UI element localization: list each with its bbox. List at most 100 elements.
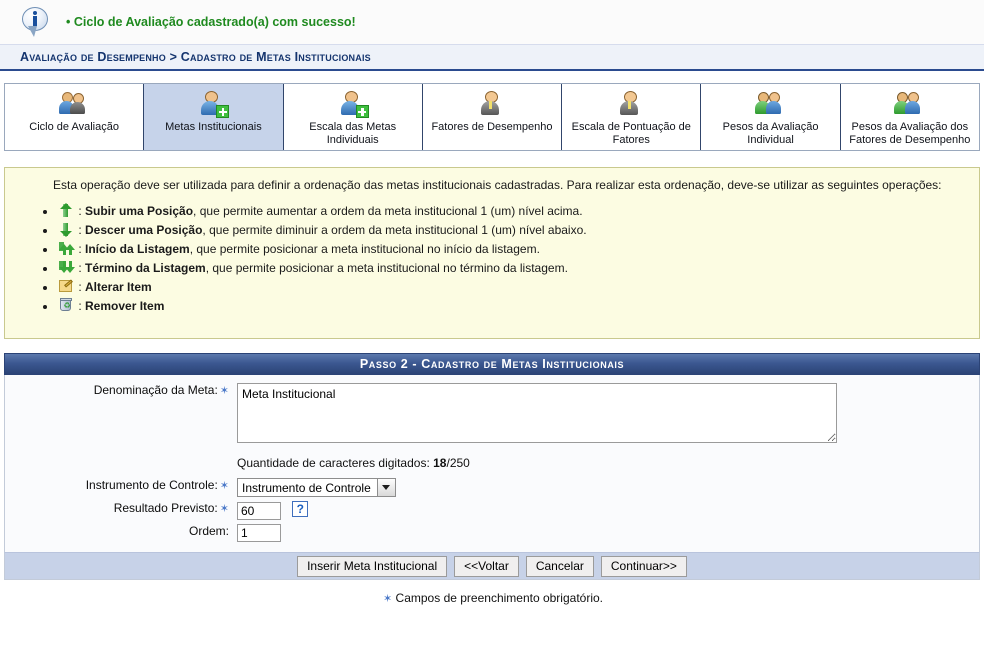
list-item-separator: : [78, 242, 86, 256]
denominacao-label: Denominação da Meta: [93, 383, 218, 397]
required-star-icon: ✶ [219, 480, 229, 492]
required-star-icon: ✶ [219, 503, 229, 515]
double-arrow-up-icon [59, 242, 75, 255]
required-fields-text: Campos de preenchimento obrigatório. [395, 591, 603, 605]
denominacao-textarea[interactable] [237, 383, 837, 443]
resultado-control: ? [233, 501, 309, 520]
instrumento-selected-value: Instrumento de Controle [242, 481, 371, 495]
success-message-text: • Ciclo de Avaliação cadastrado(a) com s… [66, 15, 356, 29]
tab-label: Escala de Pontuação de Fatores [571, 121, 691, 146]
list-item: : Início da Listagem, que permite posici… [57, 240, 965, 259]
panel-body: Denominação da Meta:✶ Quantidade de cara… [4, 375, 980, 552]
tab-ciclo-de-avaliacao[interactable]: Ciclo de Avaliação [5, 84, 145, 150]
required-fields-note: ✶ Campos de preenchimento obrigatório. [0, 591, 984, 605]
list-item-rest: , que permite posicionar a meta instituc… [205, 261, 568, 275]
message-bullet: • [66, 15, 71, 29]
list-item-term: Remover Item [85, 299, 165, 313]
ordem-label: Ordem: [188, 524, 229, 538]
field-row-resultado: Resultado Previsto:✶ ? [5, 501, 979, 520]
tab-fatores-de-desempenho[interactable]: Fatores de Desempenho [422, 84, 563, 150]
tab-escala-de-pontuacao-de-fatores[interactable]: Escala de Pontuação de Fatores [562, 84, 702, 150]
list-item-rest: , que permite posicionar a meta instituc… [189, 242, 540, 256]
required-star-icon: ✶ [219, 385, 229, 397]
chevron-down-icon[interactable] [376, 479, 395, 496]
arrow-up-icon [59, 203, 74, 217]
character-counter: Quantidade de caracteres digitados: 18/2… [237, 456, 979, 470]
button-bar: Inserir Meta Institucional <<Voltar Canc… [4, 552, 980, 580]
info-bubble-icon [22, 7, 52, 37]
help-question-icon[interactable]: ? [292, 501, 309, 517]
counter-prefix: Quantidade de caracteres digitados: [237, 456, 434, 470]
arrow-down-icon [59, 223, 74, 237]
list-item-separator: : [78, 204, 86, 218]
list-item-rest: , que permite aumentar a ordem da meta i… [193, 204, 583, 218]
two-people-icon [58, 89, 90, 119]
ordem-input[interactable] [237, 524, 281, 542]
counter-count: 18 [433, 456, 447, 470]
counter-suffix: /250 [446, 456, 470, 470]
tab-label: Metas Institucionais [165, 121, 262, 133]
tab-label: Escala das Metas Individuais [309, 121, 397, 146]
list-item: : Subir uma Posição, que permite aumenta… [57, 202, 965, 221]
person-gray-icon [476, 89, 508, 119]
instrumento-control: Instrumento de Controle [233, 478, 396, 497]
tab-pesos-da-avaliacao-dos-fatores-de-desempenho[interactable]: Pesos da Avaliação dos Fatores de Desemp… [840, 84, 979, 150]
denominacao-label-wrap: Denominação da Meta: ✶ [5, 383, 233, 397]
two-people-green-blue-icon [754, 89, 787, 119]
field-row-denominacao: Denominação da Meta: ✶ [5, 383, 979, 446]
list-item-rest: , que permite diminuir a ordem da meta i… [202, 223, 587, 237]
continue-button[interactable]: Continuar>> [600, 555, 687, 577]
tab-label: Fatores de Desempenho [431, 121, 553, 133]
trash-icon: ♻ [59, 297, 74, 312]
list-item-term: Início da Listagem [85, 242, 190, 256]
list-item-separator: : [78, 280, 86, 294]
list-item-term: Alterar Item [85, 280, 152, 294]
person-add-icon [337, 89, 369, 119]
breadcrumb-text: Avaliação de Desempenho > Cadastro de Me… [20, 50, 371, 64]
ordem-label-wrap: Ordem: [5, 524, 233, 538]
list-item-term: Descer uma Posição [85, 223, 203, 237]
two-people-green-blue-icon [893, 89, 926, 119]
instrumento-label-wrap: Instrumento de Controle: ✶ [5, 478, 233, 492]
back-button[interactable]: <<Voltar [454, 555, 519, 577]
plus-badge-icon [216, 105, 230, 118]
ordem-control [233, 524, 281, 542]
instrumento-label: Instrumento de Controle: [85, 478, 218, 492]
list-item: ♻ : Remover Item [57, 297, 965, 316]
list-item: : Término da Listagem, que permite posic… [57, 259, 965, 278]
success-message-bar: • Ciclo de Avaliação cadastrado(a) com s… [0, 0, 984, 44]
insert-goal-button[interactable]: Inserir Meta Institucional [297, 555, 448, 577]
message-label: Ciclo de Avaliação cadastrado(a) com suc… [73, 15, 356, 29]
list-item-separator: : [78, 261, 86, 275]
form-panel: Passo 2 - Cadastro de Metas Instituciona… [4, 353, 980, 580]
denominacao-control [233, 383, 837, 446]
double-arrow-down-icon [59, 261, 75, 274]
instrumento-select[interactable]: Instrumento de Controle [237, 478, 396, 497]
resultado-input[interactable] [237, 502, 281, 520]
tab-metas-institucionais[interactable]: Metas Institucionais [144, 84, 284, 150]
person-add-icon [197, 89, 230, 119]
person-gray-icon [615, 89, 647, 119]
list-item: : Descer uma Posição, que permite diminu… [57, 221, 965, 240]
list-item-term: Subir uma Posição [85, 204, 194, 218]
list-item-term: Término da Listagem [85, 261, 206, 275]
list-item: : Alterar Item [57, 278, 965, 297]
instructions-intro: Esta operação deve ser utilizada para de… [53, 178, 942, 192]
plus-badge-icon [355, 105, 369, 118]
tab-pesos-da-avaliacao-individual[interactable]: Pesos da Avaliação Individual [701, 84, 841, 150]
breadcrumb: Avaliação de Desempenho > Cadastro de Me… [0, 44, 984, 71]
panel-title: Passo 2 - Cadastro de Metas Instituciona… [4, 353, 980, 375]
resultado-label: Resultado Previsto: [113, 501, 218, 515]
required-star-icon: ✶ [382, 593, 393, 605]
tab-escala-das-metas-individuais[interactable]: Escala das Metas Individuais [283, 84, 423, 150]
cancel-button[interactable]: Cancelar [525, 555, 594, 577]
edit-pencil-icon [59, 279, 74, 293]
field-row-instrumento: Instrumento de Controle: ✶ Instrumento de… [5, 478, 979, 497]
tab-label: Pesos da Avaliação Individual [722, 121, 819, 146]
list-item-separator: : [78, 223, 86, 237]
tab-label: Ciclo de Avaliação [29, 121, 119, 133]
resultado-label-wrap: Resultado Previsto: ✶ [5, 501, 233, 515]
instructions-list: : Subir uma Posição, que permite aumenta… [19, 202, 965, 316]
tab-bar: Ciclo de Avaliação Metas Institucionais … [4, 83, 980, 151]
instructions-box: Esta operação deve ser utilizada para de… [4, 167, 980, 339]
